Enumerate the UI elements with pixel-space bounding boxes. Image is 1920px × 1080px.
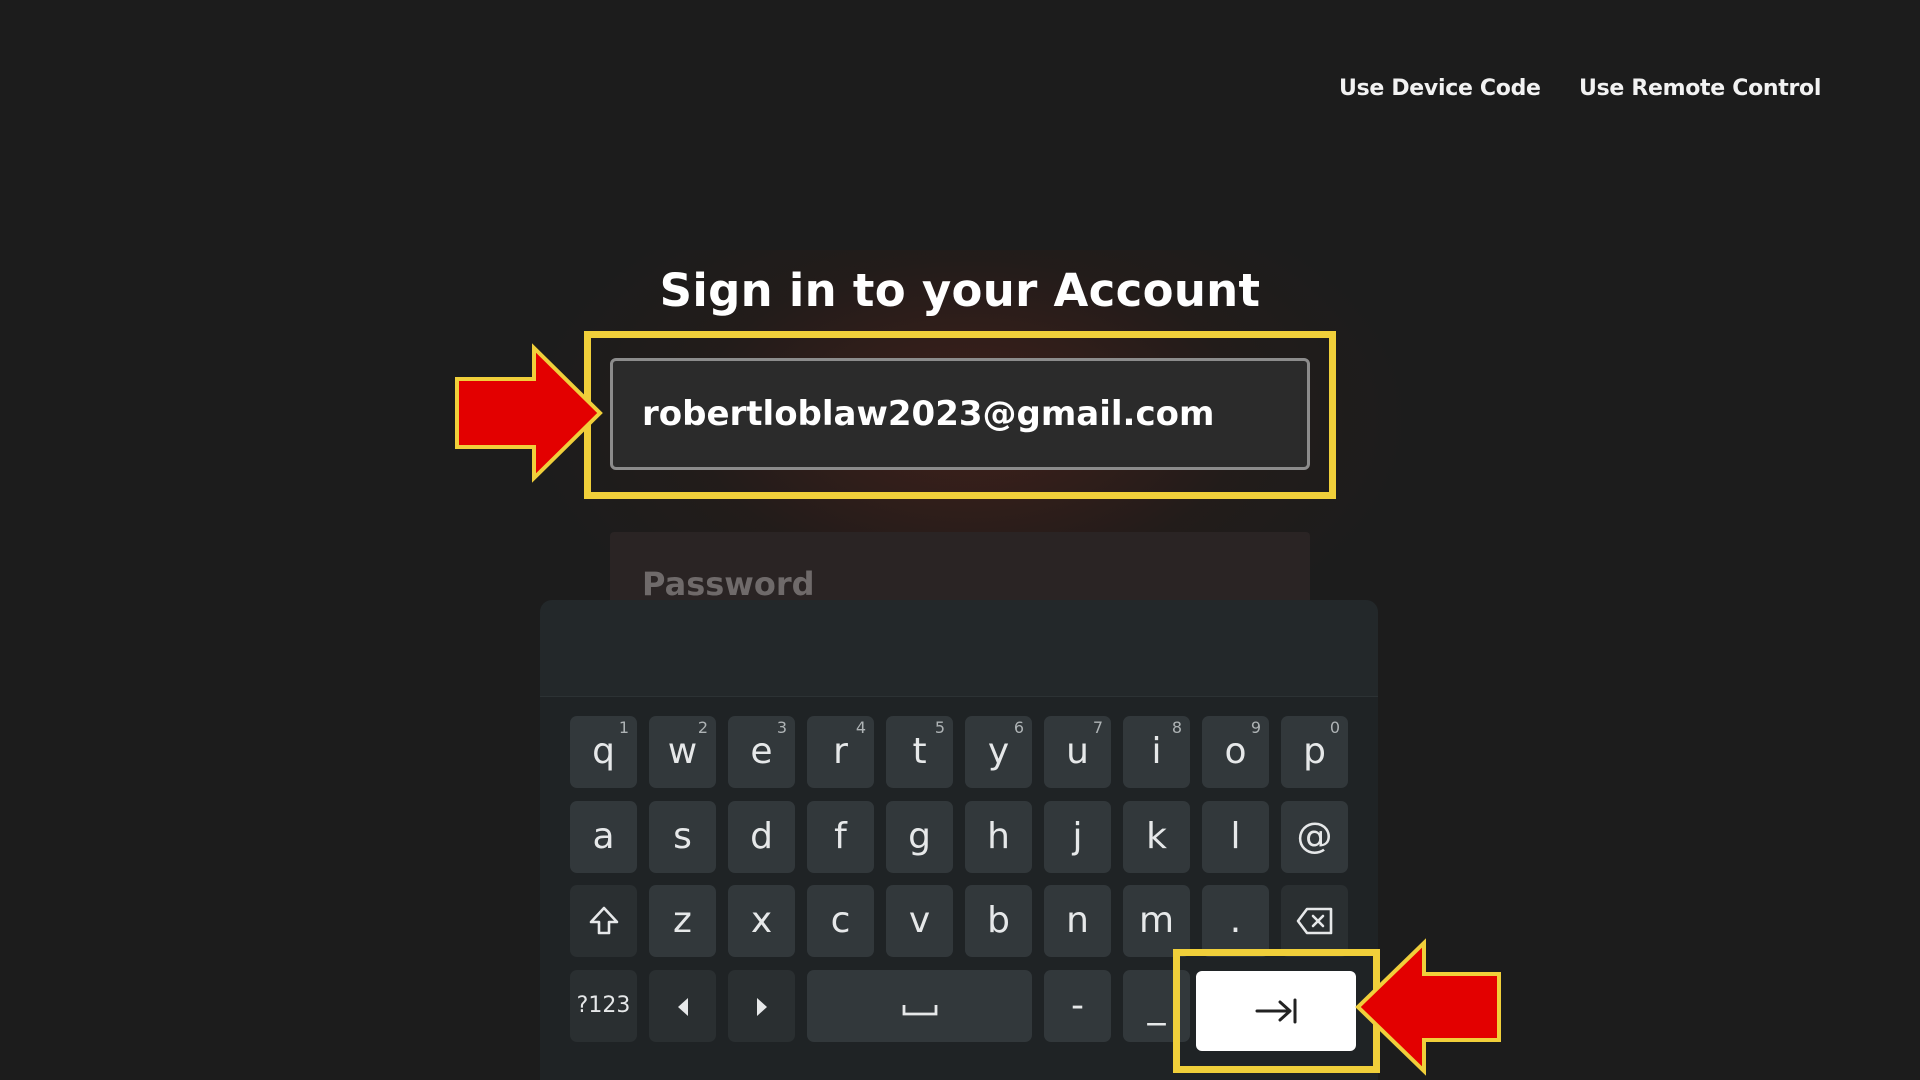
cursor-left-key[interactable] — [649, 970, 716, 1042]
key-z[interactable]: z — [649, 885, 716, 957]
backspace-key[interactable] — [1281, 885, 1348, 957]
key-k[interactable]: k — [1123, 801, 1190, 873]
triangle-left-icon — [677, 998, 688, 1016]
key-d[interactable]: d — [728, 801, 795, 873]
key-b[interactable]: b — [965, 885, 1032, 957]
key-period[interactable]: . — [1202, 885, 1269, 957]
password-field[interactable]: Password — [610, 532, 1310, 602]
key-y[interactable]: y6 — [965, 716, 1032, 788]
key-at[interactable]: @ — [1281, 801, 1348, 873]
key-p[interactable]: p0 — [1281, 716, 1348, 788]
key-i[interactable]: i8 — [1123, 716, 1190, 788]
keyboard-suggestion-bar — [540, 600, 1378, 697]
sign-in-screen: Use Device Code Use Remote Control Sign … — [0, 0, 1920, 1080]
backspace-icon — [1296, 907, 1332, 935]
key-o[interactable]: o9 — [1202, 716, 1269, 788]
key-l[interactable]: l — [1202, 801, 1269, 873]
key-t[interactable]: t5 — [886, 716, 953, 788]
key-dash[interactable]: - — [1044, 970, 1111, 1042]
shift-key[interactable] — [570, 885, 637, 957]
email-field-highlight — [584, 331, 1336, 499]
key-m[interactable]: m — [1123, 885, 1190, 957]
use-remote-control-link[interactable]: Use Remote Control — [1579, 76, 1821, 101]
key-e[interactable]: e3 — [728, 716, 795, 788]
key-v[interactable]: v — [886, 885, 953, 957]
key-g[interactable]: g — [886, 801, 953, 873]
space-key[interactable] — [807, 970, 1032, 1042]
key-f[interactable]: f — [807, 801, 874, 873]
key-w[interactable]: w2 — [649, 716, 716, 788]
arrow-right-icon — [455, 343, 603, 483]
key-s[interactable]: s — [649, 801, 716, 873]
key-u[interactable]: u7 — [1044, 716, 1111, 788]
key-h[interactable]: h — [965, 801, 1032, 873]
space-bar-icon — [902, 1005, 937, 1016]
next-key-highlight — [1173, 949, 1380, 1073]
symbols-key[interactable]: ?123 — [570, 970, 637, 1042]
key-r[interactable]: r4 — [807, 716, 874, 788]
use-device-code-link[interactable]: Use Device Code — [1339, 76, 1541, 101]
cursor-right-key[interactable] — [728, 970, 795, 1042]
key-c[interactable]: c — [807, 885, 874, 957]
key-n[interactable]: n — [1044, 885, 1111, 957]
triangle-right-icon — [756, 998, 767, 1016]
arrow-left-icon — [1355, 938, 1501, 1076]
key-q[interactable]: q1 — [570, 716, 637, 788]
key-x[interactable]: x — [728, 885, 795, 957]
key-a[interactable]: a — [570, 801, 637, 873]
shift-icon — [589, 906, 618, 935]
key-j[interactable]: j — [1044, 801, 1111, 873]
page-title: Sign in to your Account — [659, 264, 1261, 317]
